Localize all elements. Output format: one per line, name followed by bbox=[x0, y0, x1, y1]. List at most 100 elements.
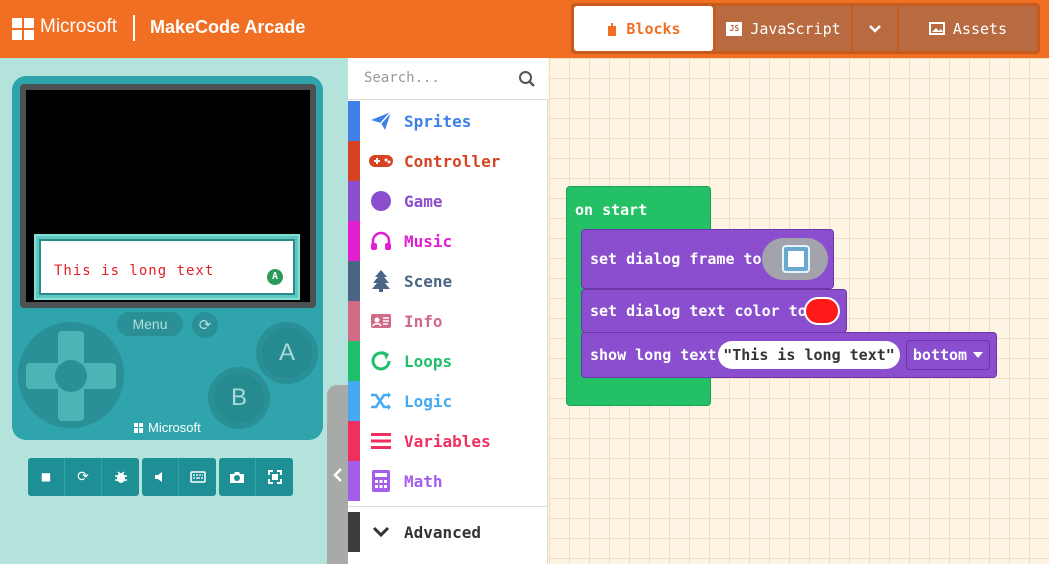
toolbox-category-music[interactable]: Music bbox=[348, 221, 548, 261]
app-title[interactable]: MakeCode Arcade bbox=[150, 17, 305, 38]
fullscreen-icon bbox=[267, 470, 282, 484]
dialog-box: This is long text A bbox=[34, 234, 300, 300]
set-dialog-frame-block[interactable]: set dialog frame to bbox=[581, 229, 834, 289]
toolbox-category-controller[interactable]: Controller bbox=[348, 141, 548, 181]
toolbox-category-label: Controller bbox=[404, 151, 501, 171]
toolbox-category-scene[interactable]: Scene bbox=[348, 261, 548, 301]
dialog-text: This is long text bbox=[54, 263, 215, 279]
refresh-icon: ⟳ bbox=[198, 316, 212, 334]
chevron-down-icon bbox=[869, 24, 881, 33]
circle-icon bbox=[368, 188, 394, 214]
language-dropdown-button[interactable] bbox=[853, 6, 897, 51]
position-dropdown[interactable]: bottom bbox=[906, 340, 990, 370]
toolbox: Search... Sprites Controller Game Music Scen… bbox=[348, 58, 548, 564]
gamepad-icon bbox=[368, 148, 394, 174]
game-console: This is long text A Menu ⟳ A B Microsoft bbox=[12, 76, 323, 440]
paper-plane-icon bbox=[368, 108, 394, 134]
toolbox-category-label: Music bbox=[404, 231, 453, 251]
stop-icon: ■ bbox=[41, 469, 51, 485]
on-start-label: on start bbox=[575, 201, 648, 219]
toolbox-category-game[interactable]: Game bbox=[348, 181, 548, 221]
a-button[interactable]: A bbox=[262, 328, 312, 378]
show-long-text-block[interactable]: show long text "This is long text" botto… bbox=[581, 332, 997, 378]
refresh-icon: ⟳ bbox=[77, 469, 89, 485]
toolbox-category-label: Math bbox=[404, 471, 443, 491]
b-button[interactable]: B bbox=[214, 373, 264, 423]
mute-button[interactable] bbox=[142, 458, 179, 496]
toolbox-category-math[interactable]: Math bbox=[348, 461, 548, 501]
tree-icon bbox=[368, 268, 394, 294]
show-long-text-label: show long text bbox=[590, 346, 717, 364]
dialog-a-button-icon: A bbox=[267, 269, 283, 285]
bug-icon bbox=[114, 471, 127, 483]
dpad-center bbox=[55, 360, 87, 392]
toolbox-category-loops[interactable]: Loops bbox=[348, 341, 548, 381]
simulator-toolbar: ■ ⟳ bbox=[28, 458, 293, 496]
dialog-frame-icon bbox=[782, 245, 810, 273]
editor-tabs: Blocks JS JavaScript Assets bbox=[571, 3, 1040, 54]
tab-blocks[interactable]: Blocks bbox=[574, 6, 713, 51]
shuffle-icon bbox=[368, 388, 394, 414]
chevron-down-icon bbox=[368, 519, 394, 545]
chevron-left-icon bbox=[332, 467, 342, 482]
toolbox-category-label: Logic bbox=[404, 391, 453, 411]
set-dialog-text-color-label: set dialog text color to bbox=[590, 302, 807, 320]
keyboard-icon bbox=[189, 471, 206, 483]
set-dialog-frame-label: set dialog frame to bbox=[590, 250, 762, 268]
toolbox-category-label: Game bbox=[404, 191, 443, 211]
toolbox-category-sprites[interactable]: Sprites bbox=[348, 101, 548, 141]
set-dialog-text-color-block[interactable]: set dialog text color to bbox=[581, 289, 847, 333]
position-value: bottom bbox=[912, 346, 968, 364]
advanced-label: Advanced bbox=[404, 522, 482, 542]
js-icon: JS bbox=[726, 21, 743, 36]
toolbox-category-info[interactable]: Info bbox=[348, 301, 548, 341]
toolbox-category-logic[interactable]: Logic bbox=[348, 381, 548, 421]
toolbox-category-label: Loops bbox=[404, 351, 453, 371]
restart-game-button[interactable]: ⟳ bbox=[192, 312, 218, 338]
headphones-icon bbox=[368, 228, 394, 254]
simulator-panel: This is long text A Menu ⟳ A B Microsoft… bbox=[0, 58, 348, 564]
toolbox-category-label: Variables bbox=[404, 431, 491, 451]
refresh-icon bbox=[368, 348, 394, 374]
toolbox-category-label: Scene bbox=[404, 271, 453, 291]
tab-assets-label: Assets bbox=[952, 19, 1008, 38]
toolbox-search[interactable]: Search... bbox=[348, 58, 548, 100]
console-brand: Microsoft bbox=[134, 420, 201, 435]
divider bbox=[348, 506, 548, 507]
toolbox-category-variables[interactable]: Variables bbox=[348, 421, 548, 461]
stop-button[interactable]: ■ bbox=[28, 458, 65, 496]
camera-icon bbox=[230, 471, 244, 483]
menu-button[interactable]: Menu bbox=[117, 312, 183, 336]
id-card-icon bbox=[368, 308, 394, 334]
game-screen[interactable]: This is long text A bbox=[26, 90, 310, 302]
text-input[interactable]: "This is long text" bbox=[718, 341, 900, 369]
dialog-frame-picker[interactable] bbox=[762, 238, 828, 280]
tab-blocks-label: Blocks bbox=[626, 19, 681, 38]
search-icon[interactable] bbox=[518, 70, 536, 88]
screenshot-button[interactable] bbox=[219, 458, 256, 496]
toolbox-category-label: Info bbox=[404, 311, 443, 331]
header-divider bbox=[133, 15, 135, 41]
microsoft-brand[interactable]: Microsoft bbox=[40, 16, 117, 38]
header: Microsoft MakeCode Arcade Blocks JS Java… bbox=[0, 0, 1049, 58]
image-icon bbox=[928, 22, 945, 35]
debug-button[interactable] bbox=[102, 458, 139, 496]
color-picker[interactable] bbox=[804, 297, 840, 325]
console-brand-label: Microsoft bbox=[148, 420, 201, 435]
toolbox-category-advanced[interactable]: Advanced bbox=[348, 512, 548, 552]
speaker-icon bbox=[155, 472, 162, 482]
restart-button[interactable]: ⟳ bbox=[65, 458, 102, 496]
screen-frame: This is long text A bbox=[20, 84, 316, 308]
tab-javascript-label: JavaScript bbox=[750, 19, 841, 38]
search-input[interactable]: Search... bbox=[364, 70, 440, 86]
collapse-simulator-button[interactable] bbox=[327, 385, 348, 564]
fullscreen-button[interactable] bbox=[256, 458, 293, 496]
keyboard-button[interactable] bbox=[179, 458, 216, 496]
tab-assets[interactable]: Assets bbox=[899, 6, 1037, 51]
puzzle-icon bbox=[608, 22, 617, 36]
tab-javascript[interactable]: JS JavaScript bbox=[716, 6, 851, 51]
microsoft-logo-icon bbox=[12, 18, 34, 40]
toolbox-category-label: Sprites bbox=[404, 111, 472, 131]
calculator-icon bbox=[368, 468, 394, 494]
list-icon bbox=[368, 428, 394, 454]
